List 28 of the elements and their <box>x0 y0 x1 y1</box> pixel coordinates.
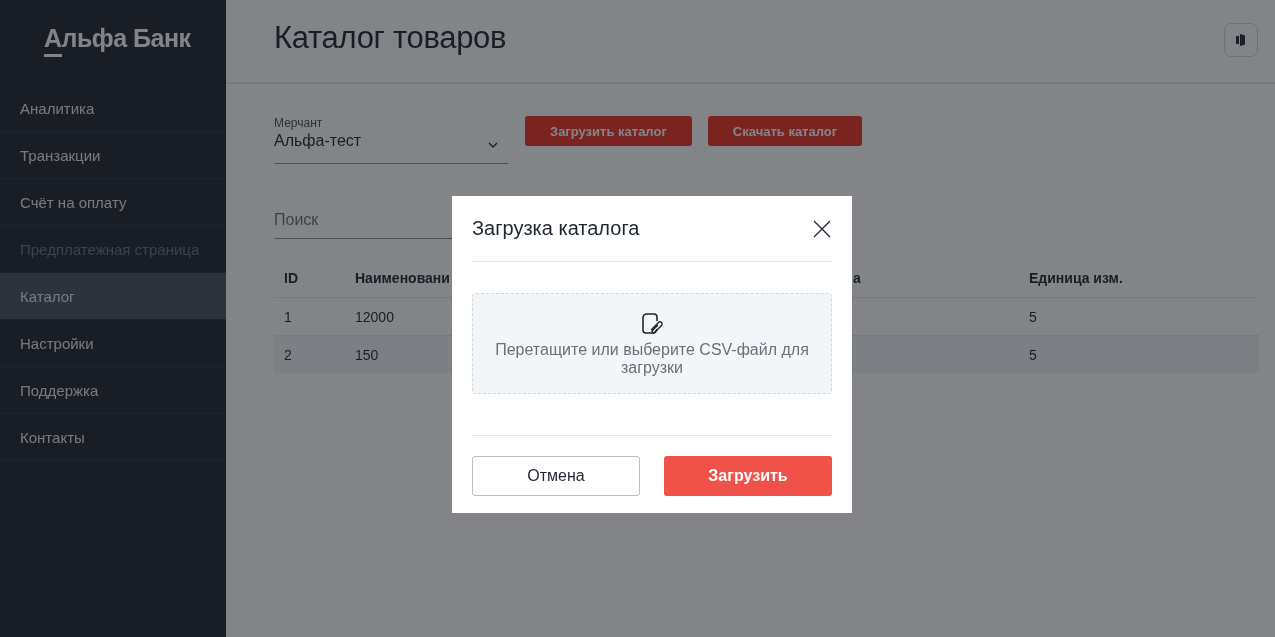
column-header: ID <box>283 270 298 286</box>
column-header: а <box>853 270 861 286</box>
door-icon <box>1234 32 1248 47</box>
search-field[interactable]: Поиск <box>274 202 452 239</box>
table-cell-text: 12000 <box>354 308 394 325</box>
column-header: Наименовани <box>354 270 450 286</box>
table-cell-text: 2 <box>283 346 292 363</box>
cancel-button[interactable]: Отмена <box>472 456 640 496</box>
catalog-button[interactable]: Скачать каталог <box>707 116 863 146</box>
chevron-icon <box>488 142 498 148</box>
upload-button[interactable]: Загрузить <box>664 456 832 496</box>
table-cell-text: 5 <box>1028 346 1037 363</box>
merchant-select[interactable]: Мерчант Альфа-тест <box>274 116 508 164</box>
table-cell-text: 5 <box>1028 308 1037 325</box>
page-title: Каталог товаров <box>274 20 507 56</box>
table-cell-text: 1 <box>283 308 292 325</box>
dropzone-hint: Перетащите или выберите CSV-файл для загрузки <box>494 340 810 377</box>
column-header: Единица изм. <box>1028 270 1123 286</box>
dropzone[interactable]: Перетащите или выберите CSV-файл для загрузки <box>472 293 832 394</box>
table-cell-text: 150 <box>354 346 379 363</box>
logo-underline-icon <box>44 54 62 57</box>
logo[interactable]: Альфа Банк <box>44 24 191 53</box>
logout-button[interactable] <box>1224 22 1258 57</box>
sidebar-item[interactable]: Каталог <box>0 273 226 320</box>
catalog-button[interactable]: Загрузить каталог <box>525 116 692 146</box>
dialog-title: Загрузка каталога <box>472 217 640 240</box>
file-attachment-icon <box>639 310 665 337</box>
close-icon[interactable] <box>813 219 831 238</box>
